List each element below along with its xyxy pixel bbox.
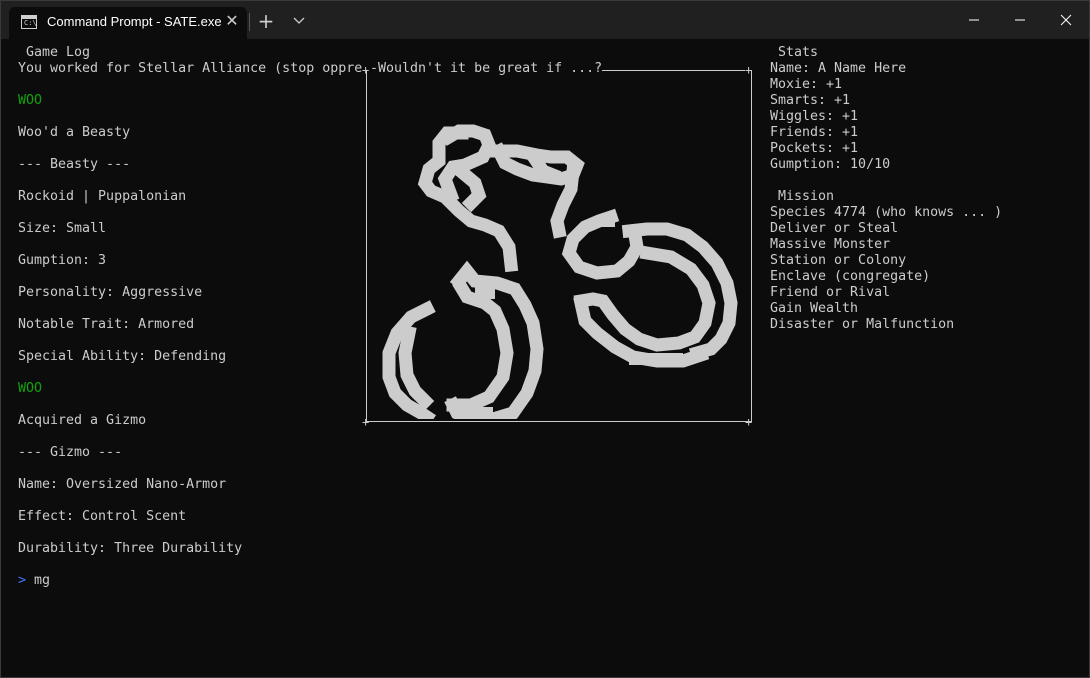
tab-divider [249, 13, 250, 31]
log-line: Size: Small [18, 221, 107, 236]
log-line: WOO [18, 93, 43, 108]
stat-line: Pockets: +1 [770, 141, 859, 156]
stat-line: Smarts: +1 [770, 93, 851, 108]
new-tab-button[interactable]: + [257, 11, 275, 31]
handcuffs-art [382, 124, 738, 419]
terminal-body[interactable]: Game Log You worked for Stellar Alliance… [1, 39, 1089, 677]
log-line: Rockoid | Puppalonian [18, 189, 187, 204]
log-line: You worked for Stellar Alliance (stop op… [18, 61, 363, 76]
minimize-icon [1015, 19, 1025, 21]
terminal-window: C:\ Command Prompt - SATE.exe ✕ + Game L… [0, 0, 1090, 678]
log-line: Effect: Control Scent [18, 509, 187, 524]
stat-line: Moxie: +1 [770, 77, 843, 92]
stat-line: Gumption: 10/10 [770, 157, 891, 172]
log-line: WOO [18, 381, 43, 396]
close-icon [1060, 14, 1072, 26]
log-line: Personality: Aggressive [18, 285, 203, 300]
tab-command-prompt[interactable]: C:\ Command Prompt - SATE.exe ✕ [9, 7, 247, 39]
mission-line: Deliver or Steal [770, 221, 899, 236]
log-line: Name: Oversized Nano-Armor [18, 477, 227, 492]
minimize-icon [969, 19, 979, 21]
close-tab-icon[interactable]: ✕ [225, 11, 239, 31]
stat-line: Friends: +1 [770, 125, 859, 140]
log-line: Notable Trait: Armored [18, 317, 195, 332]
mission-line: Friend or Rival [770, 285, 891, 300]
mission-line: Massive Monster [770, 237, 891, 252]
minimize-button-2[interactable] [951, 1, 997, 39]
title-bar[interactable]: C:\ Command Prompt - SATE.exe ✕ + [1, 1, 1089, 39]
mission-line: Station or Colony [770, 253, 907, 268]
log-line: Acquired a Gizmo [18, 413, 147, 428]
mission-line: Species 4774 (who knows ... ) [770, 205, 1003, 220]
prompt-symbol: > [18, 573, 27, 588]
log-line: --- Beasty --- [18, 157, 131, 172]
mission-line: Gain Wealth [770, 301, 859, 316]
mission-line: Enclave (congregate) [770, 269, 931, 284]
stats-header: Stats [770, 45, 819, 60]
log-line: Durability: Three Durability [18, 541, 243, 556]
game-log-header: Game Log [18, 45, 91, 60]
tab-title: Command Prompt - SATE.exe [47, 14, 222, 29]
log-line: Gumption: 3 [18, 253, 107, 268]
cmd-icon: C:\ [21, 15, 37, 29]
stat-line: Wiggles: +1 [770, 109, 859, 124]
log-line: --- Gizmo --- [18, 445, 123, 460]
close-window-button[interactable] [1043, 1, 1089, 39]
chevron-down-icon[interactable] [291, 13, 307, 29]
stat-line: Name: A Name Here [770, 61, 907, 76]
log-line: Woo'd a Beasty [18, 125, 131, 140]
log-line: Special Ability: Defending [18, 349, 227, 364]
mission-header: Mission [770, 189, 835, 204]
mission-line: Disaster or Malfunction [770, 317, 955, 332]
minimize-button[interactable] [997, 1, 1043, 39]
command-input[interactable]: mg [34, 573, 50, 589]
